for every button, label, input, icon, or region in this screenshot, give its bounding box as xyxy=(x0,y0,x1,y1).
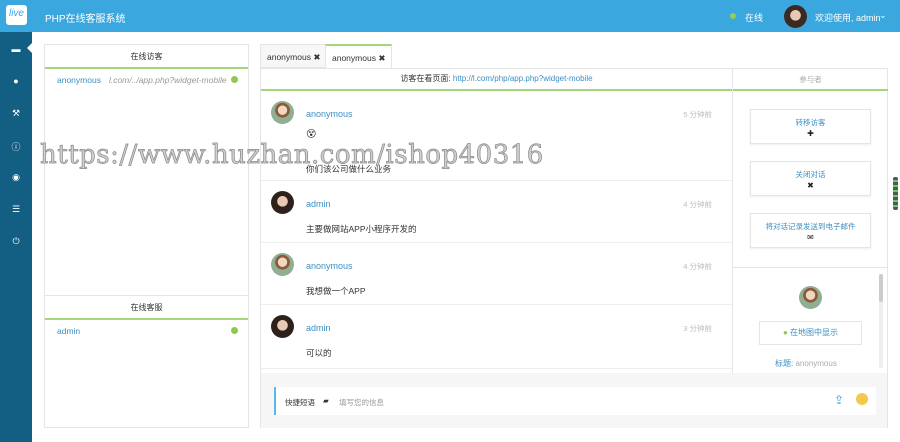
title-label: 标题: xyxy=(775,359,794,368)
list-icon[interactable]: ☰ xyxy=(0,204,32,215)
tab-label: anonymous xyxy=(332,53,376,63)
chat-window: 访客在看页面: http://l.com/php/app.php?widget-… xyxy=(260,68,888,428)
button-label: 在地图中显示 xyxy=(790,328,839,337)
logo: live xyxy=(6,5,27,25)
tab-anonymous-1[interactable]: anonymous ✖ xyxy=(260,44,328,68)
chat-message: admin 4 分钟前 主要做网站APP小程序开发的 xyxy=(261,181,732,243)
visitors-title: 在线访客 xyxy=(45,45,248,69)
message-author: anonymous xyxy=(306,109,353,119)
agent-name[interactable]: admin xyxy=(57,326,80,336)
tab-label: anonymous xyxy=(267,52,311,62)
message-author: anonymous xyxy=(306,261,353,271)
visitor-avatar xyxy=(799,286,822,309)
scrollbar[interactable] xyxy=(879,274,883,368)
envelope-icon: ✉ xyxy=(807,233,814,242)
tab-anonymous-2[interactable]: anonymous ✖ xyxy=(325,44,393,68)
participants-panel: 参与者 转移访客 ✚ 关闭对话 ✖ 将对话记录发送到电子邮件 ✉ ● 在地图中显示 标… xyxy=(732,69,888,373)
close-chat-button[interactable]: 关闭对话 ✖ xyxy=(750,161,871,196)
visiting-page: 访客在看页面: http://l.com/php/app.php?widget-… xyxy=(261,69,732,91)
close-icon: ✖ xyxy=(807,181,814,190)
user-avatar[interactable] xyxy=(784,5,807,28)
map-marker-icon: ● xyxy=(782,328,788,337)
message-author: admin xyxy=(306,323,331,333)
visiting-url[interactable]: http://l.com/php/app.php?widget-mobile xyxy=(453,74,593,83)
message-input[interactable]: 快捷短语 ▰ 填写您的信息 ⇪ xyxy=(274,387,876,415)
button-label: 转移访客 xyxy=(795,118,826,127)
message-author: admin xyxy=(306,199,331,209)
welcome-text[interactable]: 欢迎使用, admin xyxy=(815,11,881,24)
message-time: 3 分钟前 xyxy=(683,324,712,333)
message-text: 主要做网站APP小程序开发的 xyxy=(306,224,417,234)
info-icon[interactable]: ⓘ xyxy=(0,140,32,153)
avatar xyxy=(271,101,294,124)
visitor-item[interactable]: anonymous l.com/../app.php?widget-mobile xyxy=(45,69,248,91)
emoji-icon[interactable] xyxy=(856,393,868,405)
avatar xyxy=(271,191,294,214)
email-transcript-button[interactable]: 将对话记录发送到电子邮件 ✉ xyxy=(750,213,871,248)
top-header: live PHP在线客服系统 在线 欢迎使用, admin ⌄ xyxy=(0,0,900,32)
avatar xyxy=(271,253,294,276)
plus-icon: ✚ xyxy=(807,129,814,138)
visitor-name[interactable]: anonymous xyxy=(57,75,101,85)
chat-message: admin 3 分钟前 可以的 xyxy=(261,305,732,369)
active-indicator xyxy=(27,42,33,54)
button-label: 将对话记录发送到电子邮件 xyxy=(765,222,856,231)
wrench-icon[interactable]: ⚒ xyxy=(0,108,32,119)
title-value: anonymous xyxy=(795,359,837,368)
message-time: 5 分钟前 xyxy=(683,110,712,119)
message-text: 我想做一个APP xyxy=(306,286,366,296)
chat-message: anonymous 4 分钟前 我想做一个APP xyxy=(261,243,732,305)
sidebar: ▬ ● ⚒ ⓘ ◉ ☰ ⏻ xyxy=(0,32,32,442)
transfer-visitor-button[interactable]: 转移访客 ✚ xyxy=(750,109,871,144)
visitor-url: l.com/../app.php?widget-mobile xyxy=(108,75,227,85)
agent-item[interactable]: admin xyxy=(45,320,248,342)
visiting-label: 访客在看页面: xyxy=(400,74,451,83)
message-text: 可以的 xyxy=(306,348,332,358)
visitors-panel: 在线访客 anonymous l.com/../app.php?widget-mo… xyxy=(44,44,249,428)
emoji: 😵 xyxy=(306,129,317,140)
power-icon[interactable]: ⏻ xyxy=(0,236,32,247)
message-time: 4 分钟前 xyxy=(683,200,712,209)
folder-icon[interactable]: ▰ xyxy=(323,396,329,405)
button-label: 关闭对话 xyxy=(795,170,826,179)
message-placeholder[interactable]: 填写您的信息 xyxy=(339,397,384,408)
quick-phrases-label[interactable]: 快捷短语 xyxy=(285,397,315,408)
close-icon[interactable]: ✖ xyxy=(378,53,385,63)
check-circle-icon xyxy=(231,76,238,83)
participants-title: 参与者 xyxy=(733,69,888,91)
app-title: PHP在线客服系统 xyxy=(45,14,126,25)
eye-icon[interactable]: ◉ xyxy=(0,172,32,183)
agents-title: 在线客服 xyxy=(45,296,248,320)
upload-icon[interactable]: ⇪ xyxy=(834,393,844,407)
show-on-map-button[interactable]: ● 在地图中显示 xyxy=(759,321,862,345)
visitor-info: ● 在地图中显示 标题: anonymous xyxy=(733,267,888,373)
online-status-dot xyxy=(730,13,736,19)
map-marker-icon[interactable]: ● xyxy=(0,76,32,86)
message-text: 你们该公司做什么业务 xyxy=(306,164,392,174)
avatar xyxy=(271,315,294,338)
chat-message: anonymous 5 分钟前 😵 你们该公司做什么业务 xyxy=(261,91,732,181)
message-time: 4 分钟前 xyxy=(683,262,712,271)
floating-scroll-handle[interactable] xyxy=(893,177,898,210)
close-icon[interactable]: ✖ xyxy=(313,52,320,62)
check-circle-icon xyxy=(231,327,238,334)
chevron-down-icon[interactable]: ⌄ xyxy=(879,10,887,21)
input-area: 快捷短语 ▰ 填写您的信息 ⇪ xyxy=(261,373,887,428)
online-status[interactable]: 在线 xyxy=(745,11,763,24)
